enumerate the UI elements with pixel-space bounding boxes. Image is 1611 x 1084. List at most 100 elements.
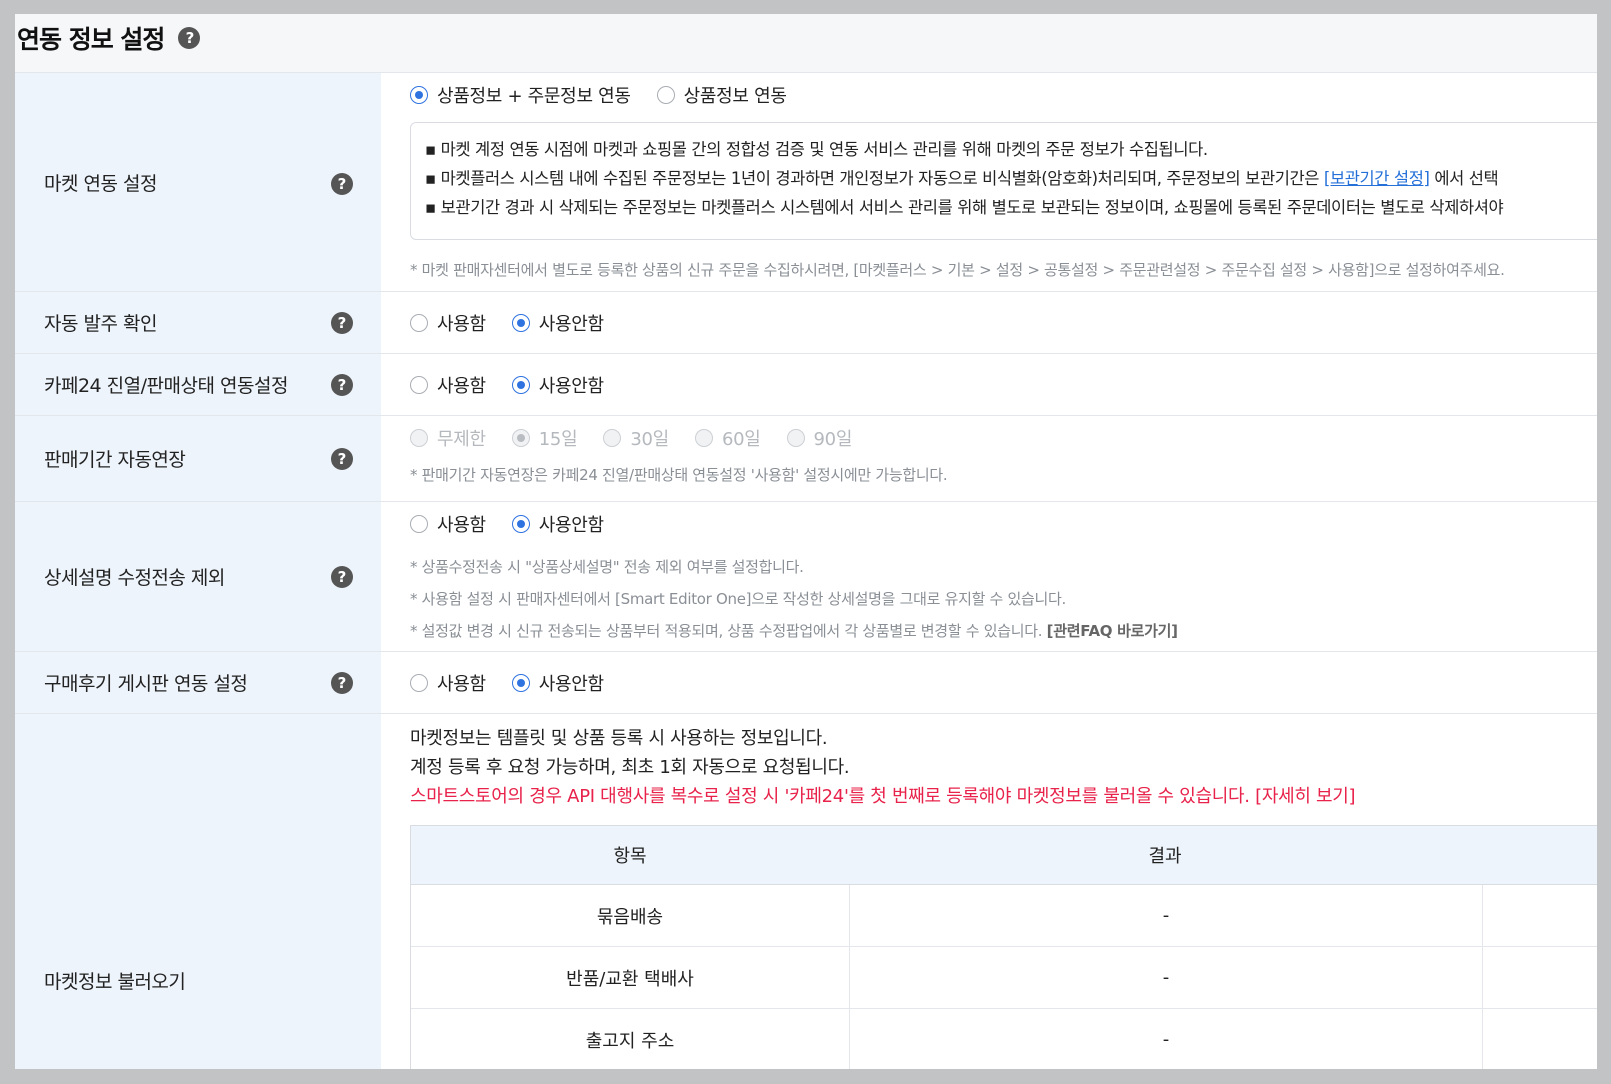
radio-circle (511, 429, 530, 447)
radio-label: 사용함 (437, 515, 486, 536)
retention-period-link[interactable]: [보관기간 설정] (1324, 169, 1430, 188)
page-title-text: 연동 정보 설정 (17, 25, 165, 54)
radio-group: 상품정보 + 주문정보 연동 상품정보 연동 (410, 80, 1611, 110)
radio-label: 사용안함 (538, 375, 604, 397)
radio-product-link[interactable]: 상품정보 연동 (656, 82, 787, 108)
row-content: 사용함 사용안함 (381, 292, 1611, 353)
table-cell-result: - (850, 885, 1483, 946)
row-cafe24-status-link: 카페24 진열/판매상태 연동설정 ? 사용함 사용안함 (15, 354, 1611, 416)
radio-circle (511, 515, 530, 533)
settings-panel: 연동 정보 설정 ? 마켓 연동 설정 ? 상품정보 + 주문정보 연동 상품정… (15, 14, 1611, 1084)
row-market-info-fetch: 마켓정보 불러오기 마켓정보는 템플릿 및 상품 등록 시 사용하는 정보입니다… (15, 714, 1611, 1084)
help-icon[interactable]: ? (331, 173, 353, 195)
radio-not-use[interactable]: 사용안함 (511, 310, 604, 336)
table-cell-item: 출고지 주소 (411, 1009, 850, 1070)
faq-link[interactable]: [관련FAQ 바로가기] (1047, 622, 1178, 640)
table-cell-extra (1483, 1009, 1611, 1070)
radio-not-use[interactable]: 사용안함 (511, 670, 604, 696)
row-sales-period-extension: 판매기간 자동연장 ? 무제한 15일 30일 60일 90일 * 판매기간 자… (15, 416, 1611, 502)
radio-circle (511, 375, 530, 394)
radio-circle (603, 429, 622, 447)
radio-product-order-link[interactable]: 상품정보 + 주문정보 연동 (410, 82, 631, 108)
row-content: 마켓정보는 템플릿 및 상품 등록 시 사용하는 정보입니다. 계정 등록 후 … (381, 714, 1611, 1084)
row-content: 사용함 사용안함 (381, 354, 1611, 415)
table-row: 출고지 주소 - (411, 1009, 1611, 1071)
radio-circle (410, 673, 428, 692)
radio-use[interactable]: 사용함 (410, 372, 486, 398)
notice-line: ▪ 마켓플러스 시스템 내에 수집된 주문정보는 1년이 경과하면 개인정보가 … (425, 169, 1499, 188)
table-cell-item: 묶음배송 (411, 885, 850, 946)
window-right-edge (1597, 14, 1611, 1084)
notice-text: 보관기간 경과 시 삭제되는 주문정보는 마켓플러스 시스템에서 서비스 관리를… (440, 198, 1504, 217)
radio-30-days: 30일 (603, 425, 669, 451)
help-icon[interactable]: ? (178, 27, 201, 49)
help-note: * 마켓 판매자센터에서 별도로 등록한 상품의 신규 주문을 수집하시려면, … (410, 261, 1505, 279)
row-content: 무제한 15일 30일 60일 90일 * 판매기간 자동연장은 카페24 진열… (381, 416, 1611, 501)
radio-circle (511, 313, 530, 332)
notice-line: ▪ 마켓 계정 연동 시점에 마켓과 쇼핑몰 간의 정합성 검증 및 연동 서비… (425, 140, 1208, 159)
market-info-table: 항목 결과 묶음배송 - 반품/교환 택배사 - 출고지 주소 - (410, 825, 1611, 1071)
radio-label: 90일 (813, 429, 853, 450)
table-cell-extra (1483, 947, 1611, 1008)
radio-group: 사용함 사용안함 (410, 509, 1611, 539)
radio-label: 상품정보 + 주문정보 연동 (437, 86, 631, 107)
radio-circle (410, 375, 428, 394)
radio-label: 60일 (721, 429, 761, 450)
radio-90-days: 90일 (786, 425, 853, 451)
radio-use[interactable]: 사용함 (410, 511, 486, 537)
radio-circle (786, 429, 805, 447)
settings-table: 마켓 연동 설정 ? 상품정보 + 주문정보 연동 상품정보 연동 ▪ 마켓 계… (15, 72, 1611, 1084)
radio-use[interactable]: 사용함 (410, 670, 486, 696)
radio-circle (410, 313, 428, 332)
help-icon[interactable]: ? (331, 447, 353, 470)
radio-group: 사용함 사용안함 (410, 308, 604, 338)
row-label-cell: 카페24 진열/판매상태 연동설정 ? (15, 354, 381, 415)
notice-line: ▪ 보관기간 경과 시 삭제되는 주문정보는 마켓플러스 시스템에서 서비스 관… (425, 198, 1504, 217)
row-label-cell: 마켓 연동 설정 ? (15, 73, 381, 291)
row-label-cell: 구매후기 게시판 연동 설정 ? (15, 652, 381, 713)
row-label: 자동 발주 확인 (44, 313, 157, 335)
radio-label: 사용안함 (538, 313, 604, 335)
table-cell-extra (1483, 885, 1611, 946)
radio-label: 무제한 (437, 429, 486, 450)
market-info-text: 마켓정보는 템플릿 및 상품 등록 시 사용하는 정보입니다. (410, 728, 828, 749)
radio-label: 사용안함 (538, 515, 604, 536)
table-cell-result: - (850, 1009, 1483, 1070)
row-label-cell: 상세설명 수정전송 제외 ? (15, 502, 381, 651)
help-icon[interactable]: ? (331, 311, 353, 334)
radio-label: 30일 (630, 429, 669, 450)
help-icon[interactable]: ? (331, 373, 353, 396)
radio-label: 사용안함 (538, 673, 604, 695)
row-content: 사용함 사용안함 (381, 652, 1611, 713)
row-label-cell: 자동 발주 확인 ? (15, 292, 381, 353)
radio-not-use[interactable]: 사용안함 (511, 372, 604, 398)
radio-unlimited: 무제한 (410, 425, 486, 451)
notice-text: 마켓 계정 연동 시점에 마켓과 쇼핑몰 간의 정합성 검증 및 연동 서비스 … (440, 140, 1208, 159)
row-label: 마켓 연동 설정 (44, 173, 157, 195)
radio-circle (410, 515, 428, 533)
row-label-cell: 판매기간 자동연장 ? (15, 416, 381, 501)
help-note: * 사용함 설정 시 판매자센터에서 [Smart Editor One]으로 … (410, 590, 1066, 608)
radio-use[interactable]: 사용함 (410, 310, 486, 336)
radio-circle (694, 429, 713, 447)
help-icon[interactable]: ? (331, 671, 353, 694)
radio-group: 사용함 사용안함 (410, 668, 604, 698)
market-info-warning[interactable]: 스마트스토어의 경우 API 대행사를 복수로 설정 시 '카페24'를 첫 번… (410, 782, 1611, 811)
radio-label: 상품정보 연동 (683, 86, 787, 107)
page-title: 연동 정보 설정 ? (17, 20, 201, 56)
help-icon[interactable]: ? (331, 565, 353, 588)
help-note: * 설정값 변경 시 신규 전송되는 상품부터 적용되며, 상품 수정팝업에서 … (410, 615, 1611, 647)
notice-box: ▪ 마켓 계정 연동 시점에 마켓과 쇼핑몰 간의 정합성 검증 및 연동 서비… (410, 122, 1611, 240)
help-note-text: * 설정값 변경 시 신규 전송되는 상품부터 적용되며, 상품 수정팝업에서 … (410, 622, 1047, 640)
radio-circle (656, 86, 675, 104)
help-note: * 판매기간 자동연장은 카페24 진열/판매상태 연동설정 '사용함' 설정시… (410, 466, 948, 484)
window-bottom-edge (0, 1069, 1611, 1084)
row-market-link: 마켓 연동 설정 ? 상품정보 + 주문정보 연동 상품정보 연동 ▪ 마켓 계… (15, 73, 1611, 292)
radio-group: 사용함 사용안함 (410, 370, 604, 400)
column-header-result: 결과 (1148, 846, 1182, 867)
radio-group: 무제한 15일 30일 60일 90일 (410, 423, 1611, 453)
row-label: 마켓정보 불러오기 (44, 971, 186, 993)
notice-text: 에서 선택 (1429, 169, 1499, 188)
radio-not-use[interactable]: 사용안함 (511, 511, 604, 537)
row-label-cell: 마켓정보 불러오기 (15, 714, 381, 1084)
